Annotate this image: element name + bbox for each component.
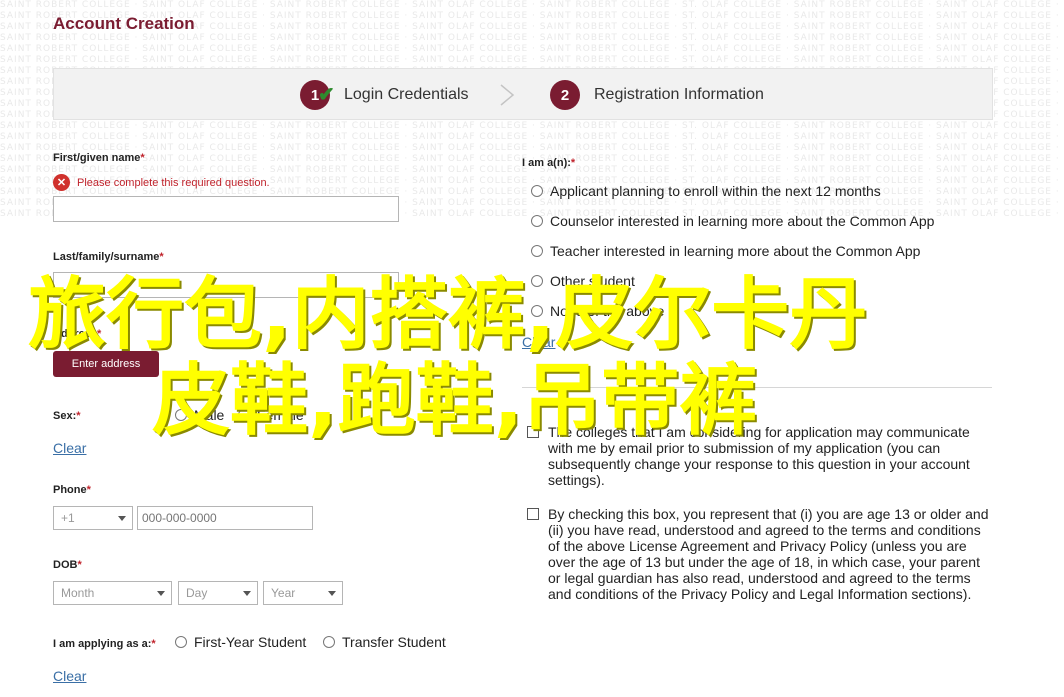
sex-clear-link[interactable]: Clear bbox=[53, 440, 86, 456]
checkmark-icon: ✔ bbox=[318, 84, 335, 106]
option-label: First-Year Student bbox=[194, 634, 307, 650]
checkbox[interactable] bbox=[527, 508, 539, 520]
radio-button[interactable] bbox=[531, 215, 543, 227]
consent-text: The colleges that I am considering for a… bbox=[548, 424, 970, 488]
option-label: Transfer Student bbox=[342, 634, 446, 650]
watermark-line: SAINT ROBERT COLLEGE · SAINT OLAF COLLEG… bbox=[0, 44, 1064, 54]
progress-steps: 1 ✔ Login Credentials 2 Registration Inf… bbox=[53, 68, 993, 120]
option-label: Teacher interested in learning more abou… bbox=[550, 243, 921, 259]
country-code-select[interactable]: +1 bbox=[53, 506, 133, 530]
option-label: None of the above bbox=[550, 303, 665, 319]
label-text: I am applying as a: bbox=[53, 638, 152, 650]
chevron-right-icon bbox=[500, 84, 515, 106]
option-label: Applicant planning to enroll within the … bbox=[550, 183, 881, 199]
caret-down-icon bbox=[157, 591, 165, 596]
caret-down-icon bbox=[118, 516, 126, 521]
required-asterisk: * bbox=[570, 157, 576, 169]
radio-button[interactable] bbox=[531, 305, 543, 317]
communication-consent[interactable]: The colleges that I am considering for a… bbox=[527, 424, 992, 488]
watermark-line: SAINT ROBERT COLLEGE · SAINT OLAF COLLEG… bbox=[0, 55, 1064, 65]
label-text: Sex: bbox=[53, 410, 77, 422]
option-label: Counselor interested in learning more ab… bbox=[550, 213, 935, 229]
step-number: 2 bbox=[560, 86, 570, 104]
label-text: First/given name bbox=[53, 152, 141, 164]
first-name-input[interactable] bbox=[53, 196, 399, 222]
label-text: Phone bbox=[53, 484, 87, 496]
applying-as-clear-link[interactable]: Clear bbox=[53, 668, 86, 684]
role-clear-link[interactable]: Clear bbox=[522, 334, 555, 350]
last-name-input[interactable] bbox=[53, 272, 399, 298]
step-number-badge: 2 bbox=[550, 80, 580, 110]
error-message: Please complete this required question. bbox=[77, 176, 270, 189]
role-option-applicant[interactable]: Applicant planning to enroll within the … bbox=[531, 183, 881, 199]
required-asterisk: * bbox=[97, 328, 102, 340]
selected-value: Year bbox=[271, 586, 296, 600]
required-asterisk: * bbox=[159, 251, 164, 263]
required-asterisk: * bbox=[77, 559, 82, 571]
required-asterisk: * bbox=[76, 410, 81, 422]
phone-number-input[interactable] bbox=[137, 506, 313, 530]
applying-transfer-option[interactable]: Transfer Student bbox=[323, 634, 446, 650]
label-text: Address bbox=[53, 328, 98, 340]
watermark-line: SAINT ROBERT COLLEGE · SAINT OLAF COLLEG… bbox=[0, 0, 1064, 10]
role-option-other-student[interactable]: Other student bbox=[531, 273, 635, 289]
caret-down-icon bbox=[243, 591, 251, 596]
applying-as-label: I am applying as a:* bbox=[53, 638, 156, 650]
sex-option-female[interactable]: Female bbox=[238, 407, 304, 423]
sex-option-male[interactable]: Male bbox=[175, 407, 224, 423]
step-label: Login Credentials bbox=[344, 86, 469, 103]
step-number-badge: 1 ✔ bbox=[300, 80, 335, 110]
dob-day-select[interactable]: Day bbox=[178, 581, 258, 605]
phone-label: Phone* bbox=[53, 484, 91, 496]
label-text: I am a(n): bbox=[522, 157, 571, 169]
consent-text: By checking this box, you represent that… bbox=[548, 506, 989, 602]
first-name-label: First/given name* bbox=[53, 152, 145, 164]
last-name-label: Last/family/surname* bbox=[53, 251, 164, 263]
role-option-teacher[interactable]: Teacher interested in learning more abou… bbox=[531, 243, 920, 259]
checkbox[interactable] bbox=[527, 426, 539, 438]
dob-label: DOB* bbox=[53, 559, 82, 571]
option-label: Other student bbox=[550, 273, 635, 289]
role-option-counselor[interactable]: Counselor interested in learning more ab… bbox=[531, 213, 934, 229]
required-asterisk: * bbox=[86, 484, 91, 496]
sex-label: Sex:* bbox=[53, 410, 81, 422]
option-label: Male bbox=[194, 407, 225, 423]
radio-button[interactable] bbox=[531, 275, 543, 287]
radio-button[interactable] bbox=[175, 636, 187, 648]
required-asterisk: * bbox=[151, 638, 156, 650]
watermark-line: SAINT ROBERT COLLEGE · SAINT OLAF COLLEG… bbox=[0, 143, 1064, 153]
label-text: DOB bbox=[53, 559, 78, 571]
step-label: Registration Information bbox=[594, 86, 764, 103]
dob-month-select[interactable]: Month bbox=[53, 581, 172, 605]
radio-button[interactable] bbox=[238, 409, 250, 421]
age-terms-consent[interactable]: By checking this box, you represent that… bbox=[527, 506, 992, 602]
applying-first-year-option[interactable]: First-Year Student bbox=[175, 634, 306, 650]
selected-value: Day bbox=[186, 586, 208, 600]
watermark-line: SAINT ROBERT COLLEGE · SAINT OLAF COLLEG… bbox=[0, 132, 1064, 142]
option-label: Female bbox=[257, 407, 304, 423]
required-asterisk: * bbox=[140, 152, 145, 164]
step-registration-information[interactable]: 2 Registration Information bbox=[550, 80, 764, 110]
page-title: Account Creation bbox=[53, 14, 195, 33]
address-label: Address* bbox=[53, 328, 101, 340]
section-divider bbox=[522, 387, 992, 388]
first-name-error: ✕ Please complete this required question… bbox=[53, 174, 270, 191]
watermark-line: SAINT ROBERT COLLEGE · SAINT OLAF COLLEG… bbox=[0, 33, 1064, 43]
radio-button[interactable] bbox=[531, 245, 543, 257]
i-am-a-label: I am a(n):* bbox=[522, 157, 575, 169]
enter-address-button[interactable]: Enter address bbox=[53, 351, 159, 377]
radio-button[interactable] bbox=[323, 636, 335, 648]
label-text: Last/family/surname bbox=[53, 251, 160, 263]
watermark-line: SAINT ROBERT COLLEGE · SAINT OLAF COLLEG… bbox=[0, 121, 1064, 131]
step-login-credentials[interactable]: 1 ✔ Login Credentials bbox=[300, 80, 469, 110]
radio-button[interactable] bbox=[531, 185, 543, 197]
dob-year-select[interactable]: Year bbox=[263, 581, 343, 605]
caret-down-icon bbox=[328, 591, 336, 596]
selected-value: Month bbox=[61, 586, 95, 600]
radio-button[interactable] bbox=[175, 409, 187, 421]
error-x-icon: ✕ bbox=[53, 174, 70, 191]
selected-value: +1 bbox=[61, 511, 75, 525]
role-option-none[interactable]: None of the above bbox=[531, 303, 664, 319]
